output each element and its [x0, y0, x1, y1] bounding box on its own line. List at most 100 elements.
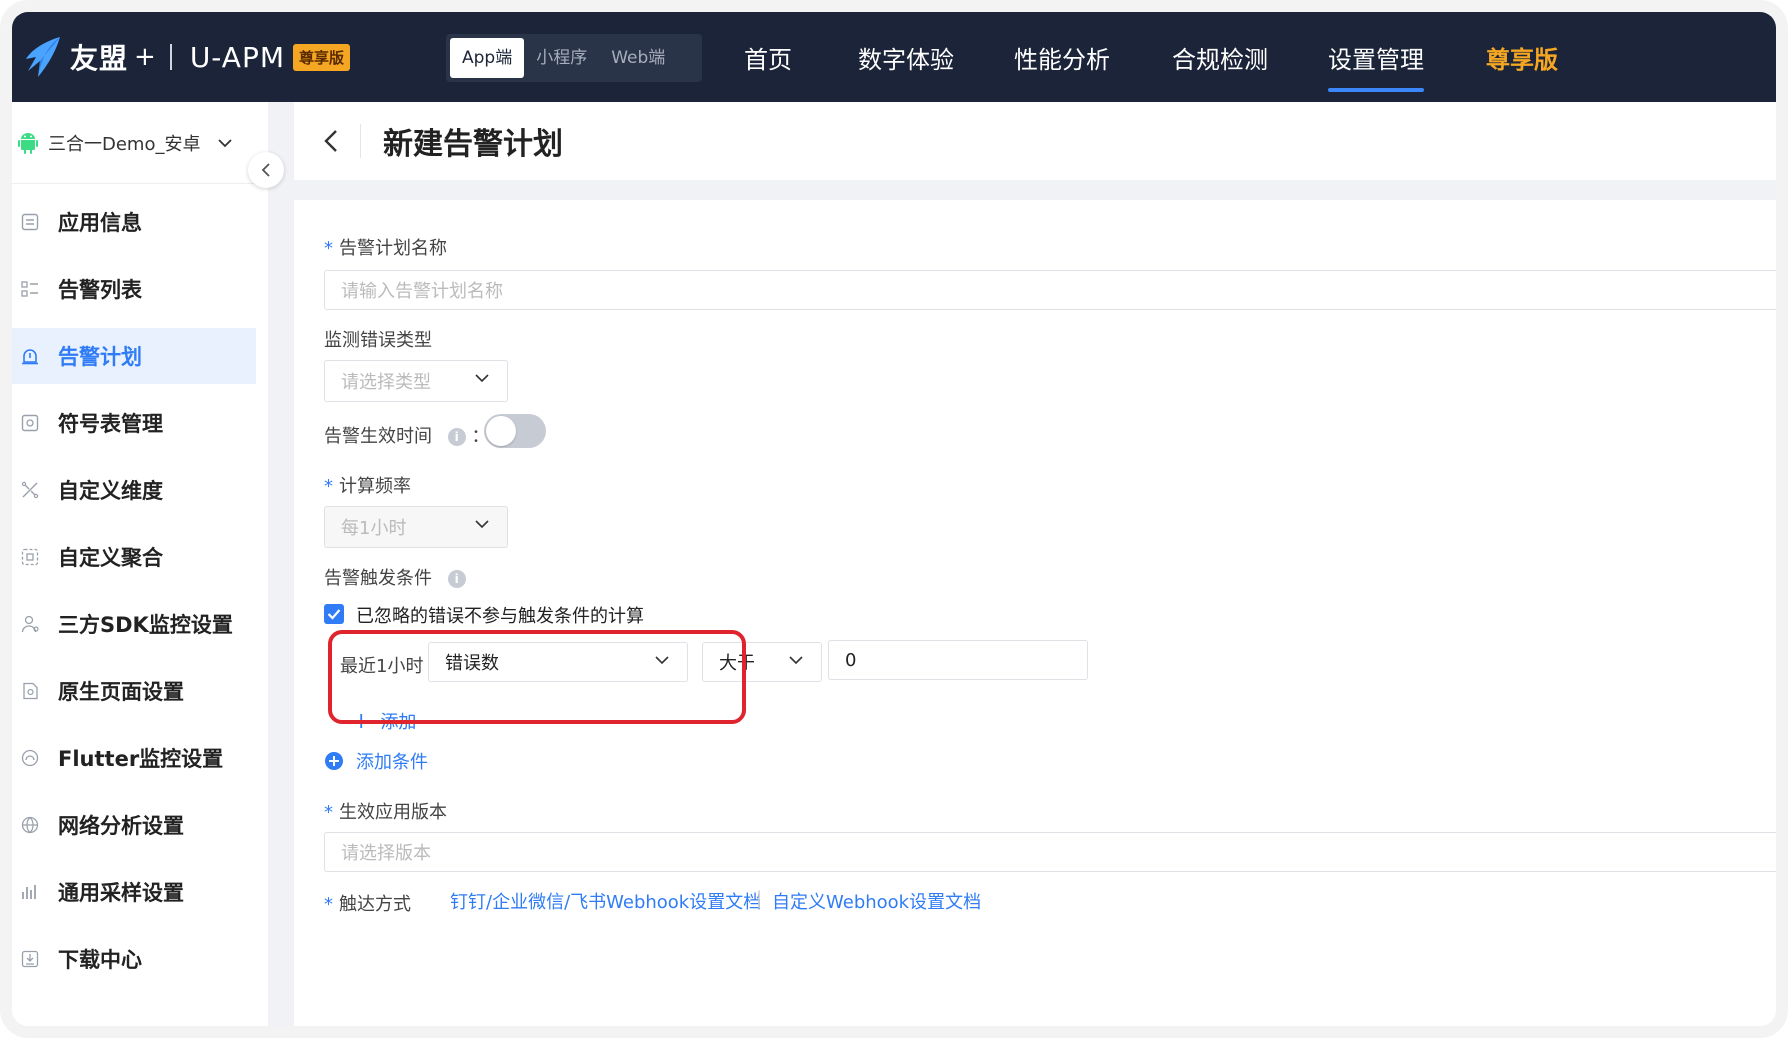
custom-webhook-doc-link[interactable]: 自定义Webhook设置文档 [772, 888, 981, 914]
product-name: U-APM [189, 40, 285, 74]
add-condition-button[interactable]: 添加条件 [324, 748, 428, 774]
sidebar-item-third-party-sdk[interactable]: 三方SDK监控设置 [12, 596, 268, 652]
ignore-errors-label[interactable]: 已忽略的错误不参与触发条件的计算 [356, 602, 644, 628]
sidebar-item-network[interactable]: 网络分析设置 [12, 797, 268, 853]
effective-time-toggle[interactable] [484, 414, 546, 448]
sidebar-item-label: 原生页面设置 [58, 680, 184, 704]
nav-settings-management[interactable]: 设置管理 [1328, 12, 1424, 102]
error-type-label: 监测错误类型 [324, 330, 432, 351]
symbol-icon [20, 413, 40, 433]
sidebar-item-label: 下载中心 [58, 948, 142, 972]
toggle-knob [486, 416, 516, 446]
platform-tab-web[interactable]: Web端 [599, 38, 677, 78]
frequency-label: * 计算频率 [324, 476, 411, 497]
android-icon [18, 132, 38, 154]
header-divider [360, 124, 361, 158]
version-label: * 生效应用版本 [324, 802, 447, 823]
alert-plan-form: * 告警计划名称 请输入告警计划名称 监测错误类型 请选择类型 告警生效时间 i … [294, 200, 1776, 1026]
edition-badge: 尊享版 [293, 43, 351, 71]
plus-circle-icon [325, 752, 343, 770]
sidebar-item-alert-plan[interactable]: 告警计划 [12, 328, 256, 384]
frequency-select[interactable]: 每1小时 [324, 506, 508, 548]
error-type-select[interactable]: 请选择类型 [324, 360, 508, 402]
nav-digital-experience[interactable]: 数字体验 [858, 12, 954, 102]
user-sdk-icon [20, 614, 40, 634]
sidebar-item-label: 通用采样设置 [58, 881, 184, 905]
page-title: 新建告警计划 [383, 127, 563, 162]
sidebar-item-label: 告警列表 [58, 278, 142, 302]
sidebar-item-label: 自定义聚合 [58, 546, 163, 570]
sidebar-item-app-info[interactable]: 应用信息 [12, 194, 268, 250]
sidebar-item-label: 网络分析设置 [58, 814, 184, 838]
checkmark-icon [327, 609, 341, 620]
trigger-condition-label: 告警触发条件 i [324, 564, 466, 590]
alarm-icon [20, 346, 40, 366]
product-logo[interactable]: 友盟 + U-APM 尊享版 [22, 35, 351, 79]
sidebar-item-symbol-table[interactable]: 符号表管理 [12, 395, 268, 451]
condition-threshold-input[interactable]: 0 [828, 640, 1088, 680]
nav-compliance-check[interactable]: 合规检测 [1172, 12, 1268, 102]
network-icon [20, 815, 40, 835]
sidebar-item-label: 三方SDK监控设置 [58, 613, 233, 637]
highlight-annotation [328, 630, 746, 724]
download-icon [20, 949, 40, 969]
sidebar-item-sampling[interactable]: 通用采样设置 [12, 864, 268, 920]
nav-home[interactable]: 首页 [744, 12, 792, 102]
sidebar-item-flutter[interactable]: Flutter监控设置 [12, 730, 268, 786]
sidebar-item-label: 告警计划 [58, 345, 142, 369]
app-window: 友盟 + U-APM 尊享版 App端 小程序 Web端 首页 数字体验 性能分… [0, 0, 1788, 1038]
chevron-down-icon [218, 138, 233, 147]
aggregate-icon [20, 547, 40, 567]
sidebar-menu: 应用信息 告警列表 告警计划 符号表管理 自定义维度 自定义聚合 三方SDK监控… [12, 194, 268, 987]
sampling-icon [20, 882, 40, 902]
plan-name-input[interactable]: 请输入告警计划名称 [324, 270, 1776, 310]
app-selector[interactable]: 三合一Demo_安卓 [12, 102, 268, 184]
platform-tab-miniprogram[interactable]: 小程序 [524, 38, 599, 78]
sidebar-item-label: 自定义维度 [58, 479, 163, 503]
brand-divider [169, 44, 172, 70]
sidebar-item-download-center[interactable]: 下载中心 [12, 931, 268, 987]
chevron-left-icon [261, 163, 270, 177]
list-icon [20, 279, 40, 299]
brand-name: 友盟 [70, 42, 129, 75]
info-icon[interactable]: i [447, 570, 466, 588]
delivery-label: * 触达方式 [324, 894, 411, 915]
sidebar-item-custom-dimension[interactable]: 自定义维度 [12, 462, 268, 518]
sidebar-item-label: Flutter监控设置 [58, 747, 224, 771]
top-navigation-bar: 友盟 + U-APM 尊享版 App端 小程序 Web端 首页 数字体验 性能分… [12, 12, 1776, 102]
chevron-down-icon [475, 520, 489, 529]
sidebar-item-alert-list[interactable]: 告警列表 [12, 261, 268, 317]
sidebar-item-label: 应用信息 [58, 211, 142, 235]
platform-switcher: App端 小程序 Web端 [446, 34, 702, 82]
nav-performance-analysis[interactable]: 性能分析 [1014, 12, 1110, 102]
document-icon [20, 212, 40, 232]
umeng-logo-icon [26, 37, 60, 77]
sidebar-item-native-page[interactable]: 原生页面设置 [12, 663, 268, 719]
sidebar-item-custom-aggregate[interactable]: 自定义聚合 [12, 529, 268, 585]
back-arrow-icon[interactable] [324, 129, 338, 153]
required-asterisk: * [324, 476, 333, 497]
info-icon[interactable]: i [447, 428, 466, 446]
nav-premium[interactable]: 尊享版 [1486, 12, 1558, 102]
dimension-icon [20, 480, 40, 500]
version-select[interactable]: 请选择版本 [324, 832, 1776, 872]
frequency-value: 每1小时 [341, 518, 407, 539]
webhook-doc-link[interactable]: 钉钉/企业微信/飞书Webhook设置文档 [450, 888, 761, 914]
effective-time-label: 告警生效时间 i ： [324, 426, 490, 447]
error-type-placeholder: 请选择类型 [341, 372, 431, 393]
required-asterisk: * [324, 802, 333, 823]
platform-tab-app[interactable]: App端 [450, 38, 525, 78]
link-separator: | [756, 888, 763, 909]
chevron-down-icon [475, 374, 489, 383]
sidebar-collapse-button[interactable] [248, 152, 284, 188]
app-selector-label: 三合一Demo_安卓 [48, 133, 201, 155]
required-asterisk: * [324, 894, 333, 915]
sidebar-item-label: 符号表管理 [58, 412, 163, 436]
ignore-errors-checkbox[interactable] [324, 604, 344, 624]
page-header: 新建告警计划 [294, 102, 1776, 180]
sidebar: 三合一Demo_安卓 应用信息 告警列表 告警计划 符号表管理 自定义维度 自定… [12, 102, 284, 1026]
required-asterisk: * [324, 238, 333, 259]
brand-plus: + [134, 42, 156, 72]
page-settings-icon [20, 681, 40, 701]
plan-name-label: * 告警计划名称 [324, 238, 447, 259]
